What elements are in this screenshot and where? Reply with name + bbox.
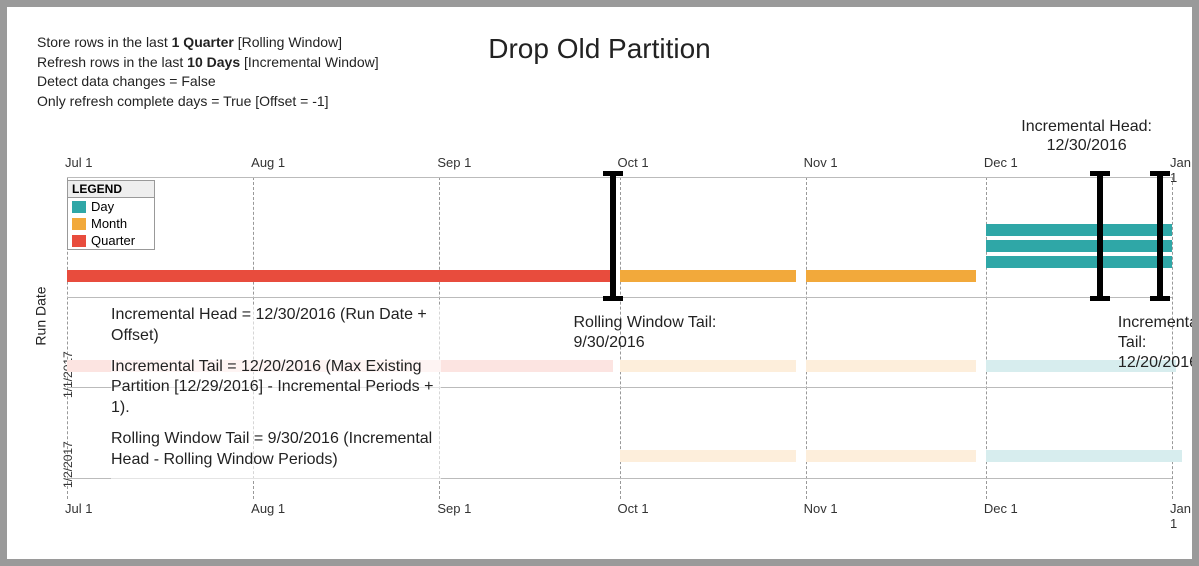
x-tick: Oct 1 bbox=[618, 501, 649, 516]
x-tick: Dec 1 bbox=[984, 501, 1018, 516]
meta-bold: 10 Days bbox=[187, 54, 240, 70]
marker-rolling-tail bbox=[610, 171, 616, 301]
meta-text: [Incremental Window] bbox=[240, 54, 379, 70]
month-bar bbox=[806, 270, 976, 282]
marker-incremental-head bbox=[1157, 171, 1163, 301]
legend-swatch-day bbox=[72, 201, 86, 213]
callout-label: Incremental Head: bbox=[1021, 118, 1152, 135]
meta-text: Only refresh complete days = True [Offse… bbox=[37, 92, 379, 112]
x-tick: Aug 1 bbox=[251, 155, 285, 170]
x-tick: Dec 1 bbox=[984, 155, 1018, 170]
marker-incremental-tail bbox=[1097, 171, 1103, 301]
legend-label: Quarter bbox=[91, 233, 135, 248]
annotation-rolling-tail: Rolling Window Tail: 9/30/2016 bbox=[573, 313, 716, 353]
x-tick: Oct 1 bbox=[618, 155, 649, 170]
x-tick: Nov 1 bbox=[804, 501, 838, 516]
ann-label: Incremental Tail: bbox=[1118, 314, 1199, 351]
month-bar bbox=[806, 450, 976, 462]
meta-text: Detect data changes = False bbox=[37, 72, 379, 92]
meta-text: Store rows in the last bbox=[37, 34, 172, 50]
legend-swatch-month bbox=[72, 218, 86, 230]
incremental-head-callout: Incremental Head: 12/30/2016 bbox=[1021, 117, 1152, 155]
chart-frame: { "title": "Drop Old Partition", "meta":… bbox=[0, 0, 1199, 566]
ann-label: Rolling Window Tail: bbox=[573, 314, 716, 331]
x-tick: Aug 1 bbox=[251, 501, 285, 516]
row-main: LEGEND Day Month Quarter bbox=[67, 177, 1172, 298]
legend: LEGEND Day Month Quarter bbox=[67, 180, 155, 250]
ann-date: 9/30/2016 bbox=[573, 334, 644, 351]
month-bar bbox=[620, 270, 796, 282]
meta-text: Refresh rows in the last bbox=[37, 54, 187, 70]
x-tick: Jan 1 bbox=[1170, 155, 1191, 185]
annotation-incremental-tail: Incremental Tail: 12/20/2016 bbox=[1118, 313, 1199, 373]
config-summary: Store rows in the last 1 Quarter [Rollin… bbox=[37, 33, 379, 111]
plot-area: Run Date Jul 1Aug 1Sep 1Oct 1Nov 1Dec 1J… bbox=[67, 177, 1172, 499]
x-tick: Sep 1 bbox=[437, 155, 471, 170]
explain-line: Incremental Head = 12/30/2016 (Run Date … bbox=[111, 305, 441, 347]
legend-title: LEGEND bbox=[68, 181, 154, 198]
y-axis-title: Run Date bbox=[33, 286, 49, 345]
meta-text: [Rolling Window] bbox=[234, 34, 342, 50]
x-axis-bottom: Jul 1Aug 1Sep 1Oct 1Nov 1Dec 1Jan 1 bbox=[67, 501, 1172, 521]
legend-label: Month bbox=[91, 216, 127, 231]
day-cell bbox=[1172, 450, 1182, 462]
explain-line: Incremental Tail = 12/20/2016 (Max Exist… bbox=[111, 357, 441, 419]
month-bar bbox=[620, 450, 796, 462]
meta-bold: 1 Quarter bbox=[172, 34, 234, 50]
month-bar bbox=[620, 360, 796, 372]
ann-date: 12/20/2016 bbox=[1118, 354, 1198, 371]
explanation-box: Incremental Head = 12/30/2016 (Run Date … bbox=[111, 305, 441, 481]
callout-date: 12/30/2016 bbox=[1047, 137, 1127, 154]
y-tick-label: 1/2/2017 bbox=[61, 458, 75, 488]
quarter-bar bbox=[67, 270, 613, 282]
legend-swatch-quarter bbox=[72, 235, 86, 247]
legend-label: Day bbox=[91, 199, 114, 214]
x-tick: Jul 1 bbox=[65, 155, 92, 170]
x-tick: Jul 1 bbox=[65, 501, 92, 516]
x-tick: Nov 1 bbox=[804, 155, 838, 170]
x-tick: Sep 1 bbox=[437, 501, 471, 516]
explain-line: Rolling Window Tail = 9/30/2016 (Increme… bbox=[111, 429, 441, 471]
month-bar bbox=[806, 360, 976, 372]
x-tick: Jan 1 bbox=[1170, 501, 1191, 531]
